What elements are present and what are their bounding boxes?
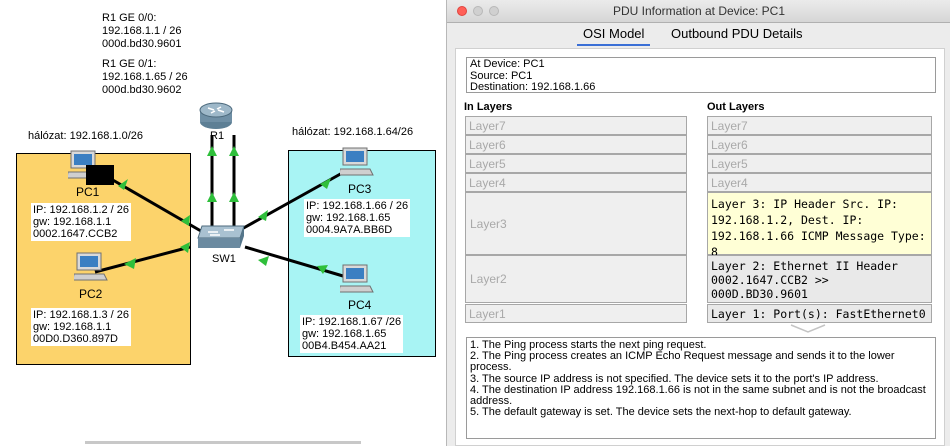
router-interface-1: R1 GE 0/1: 192.168.1.65 / 26 000d.bd30.9… [102, 58, 188, 96]
link-arrow [320, 178, 331, 189]
in-layer-3[interactable]: Layer3 [465, 192, 687, 255]
router-icon[interactable] [198, 102, 234, 130]
pc3-label: PC3 [348, 182, 372, 196]
pc4-info: IP: 192.168.1.67 /26 gw: 192.168.1.65 00… [300, 315, 404, 353]
out-layer-4[interactable]: Layer4 [707, 173, 932, 192]
pc1-label: PC1 [76, 185, 100, 199]
switch-label: SW1 [212, 253, 236, 265]
pc4-label: PC4 [348, 298, 372, 312]
window-titlebar[interactable]: PDU Information at Device: PC1 [447, 0, 950, 23]
in-layer-7[interactable]: Layer7 [465, 116, 687, 135]
topology-canvas[interactable]: R1 SW1 R1 GE 0/0: 192.168.1.1 / 26 000d.… [0, 0, 446, 446]
pc1-info: IP: 192.168.1.2 / 26 gw: 192.168.1.1 000… [31, 203, 132, 241]
right-network-label: hálózat: 192.168.1.64/26 [292, 126, 414, 138]
link-arrow [258, 256, 269, 266]
router-label: R1 [210, 130, 225, 142]
in-layers-heading: In Layers [464, 101, 513, 113]
tab-osi-model-label: OSI Model [583, 26, 645, 41]
window-title: PDU Information at Device: PC1 [612, 4, 786, 18]
pc-icon[interactable] [74, 252, 110, 282]
tab-osi-model[interactable]: OSI Model [577, 26, 651, 46]
in-layer-2-label: Layer2 [470, 272, 507, 286]
link-arrow [207, 146, 217, 156]
osi-model-panel: At Device: PC1 Source: PC1 Destination: … [455, 48, 945, 446]
out-layer-1[interactable]: Layer 1: Port(s): FastEthernet0 [707, 304, 932, 323]
pdu-envelope[interactable] [86, 165, 114, 185]
router-interface-0: R1 GE 0/0: 192.168.1.1 / 26 000d.bd30.96… [102, 12, 182, 50]
in-layer-3-label: Layer3 [470, 216, 507, 231]
out-layer-5[interactable]: Layer5 [707, 154, 932, 173]
out-layer-7[interactable]: Layer7 [707, 116, 932, 135]
pc3-info: IP: 192.168.1.66 / 26 gw: 192.168.1.65 0… [304, 199, 411, 237]
link-arrow [229, 192, 239, 202]
in-layer-4[interactable]: Layer4 [465, 173, 687, 192]
switch-icon[interactable] [196, 224, 248, 250]
link-arrow [207, 192, 217, 202]
link-arrow [229, 146, 239, 156]
left-network-label: hálózat: 192.168.1.0/26 [28, 130, 143, 142]
link-arrow [181, 215, 190, 226]
step-item: 5. The default gateway is set. The devic… [470, 406, 852, 419]
step-item: 4. The destination IP address 192.168.1.… [470, 383, 926, 408]
link-arrow [180, 242, 190, 253]
out-layer-6[interactable]: Layer6 [707, 135, 932, 154]
step-item: 2. The Ping process creates an ICMP Echo… [470, 350, 895, 374]
pc-icon[interactable] [340, 264, 376, 294]
device-info: At Device: PC1 Source: PC1 Destination: … [466, 57, 936, 93]
out-layer-2[interactable]: Layer 2: Ethernet II Header 0002.1647.CC… [707, 255, 932, 303]
chevron-down-icon[interactable] [790, 324, 826, 334]
pc-icon[interactable] [340, 147, 376, 177]
out-layer-3[interactable]: Layer 3: IP Header Src. IP: 192.168.1.2,… [707, 192, 932, 259]
tab-bar: OSI Model Outbound PDU Details [447, 22, 950, 46]
tab-outbound-pdu-details[interactable]: Outbound PDU Details [671, 26, 803, 41]
pc2-label: PC2 [79, 287, 103, 301]
in-layer-6[interactable]: Layer6 [465, 135, 687, 154]
process-steps: 1. The Ping process starts the next ping… [466, 337, 936, 439]
pdu-info-window: PDU Information at Device: PC1 OSI Model… [446, 0, 950, 446]
in-layer-1[interactable]: Layer1 [465, 304, 687, 323]
pc2-info: IP: 192.168.1.3 / 26 gw: 192.168.1.1 00D… [31, 308, 132, 346]
in-layer-5[interactable]: Layer5 [465, 154, 687, 173]
in-layer-2[interactable]: Layer2 [465, 255, 687, 303]
tab-outbound-label: Outbound PDU Details [671, 26, 803, 41]
canvas-scrollbar[interactable] [85, 441, 361, 444]
link-arrow [124, 258, 136, 269]
out-layers-heading: Out Layers [707, 101, 765, 113]
